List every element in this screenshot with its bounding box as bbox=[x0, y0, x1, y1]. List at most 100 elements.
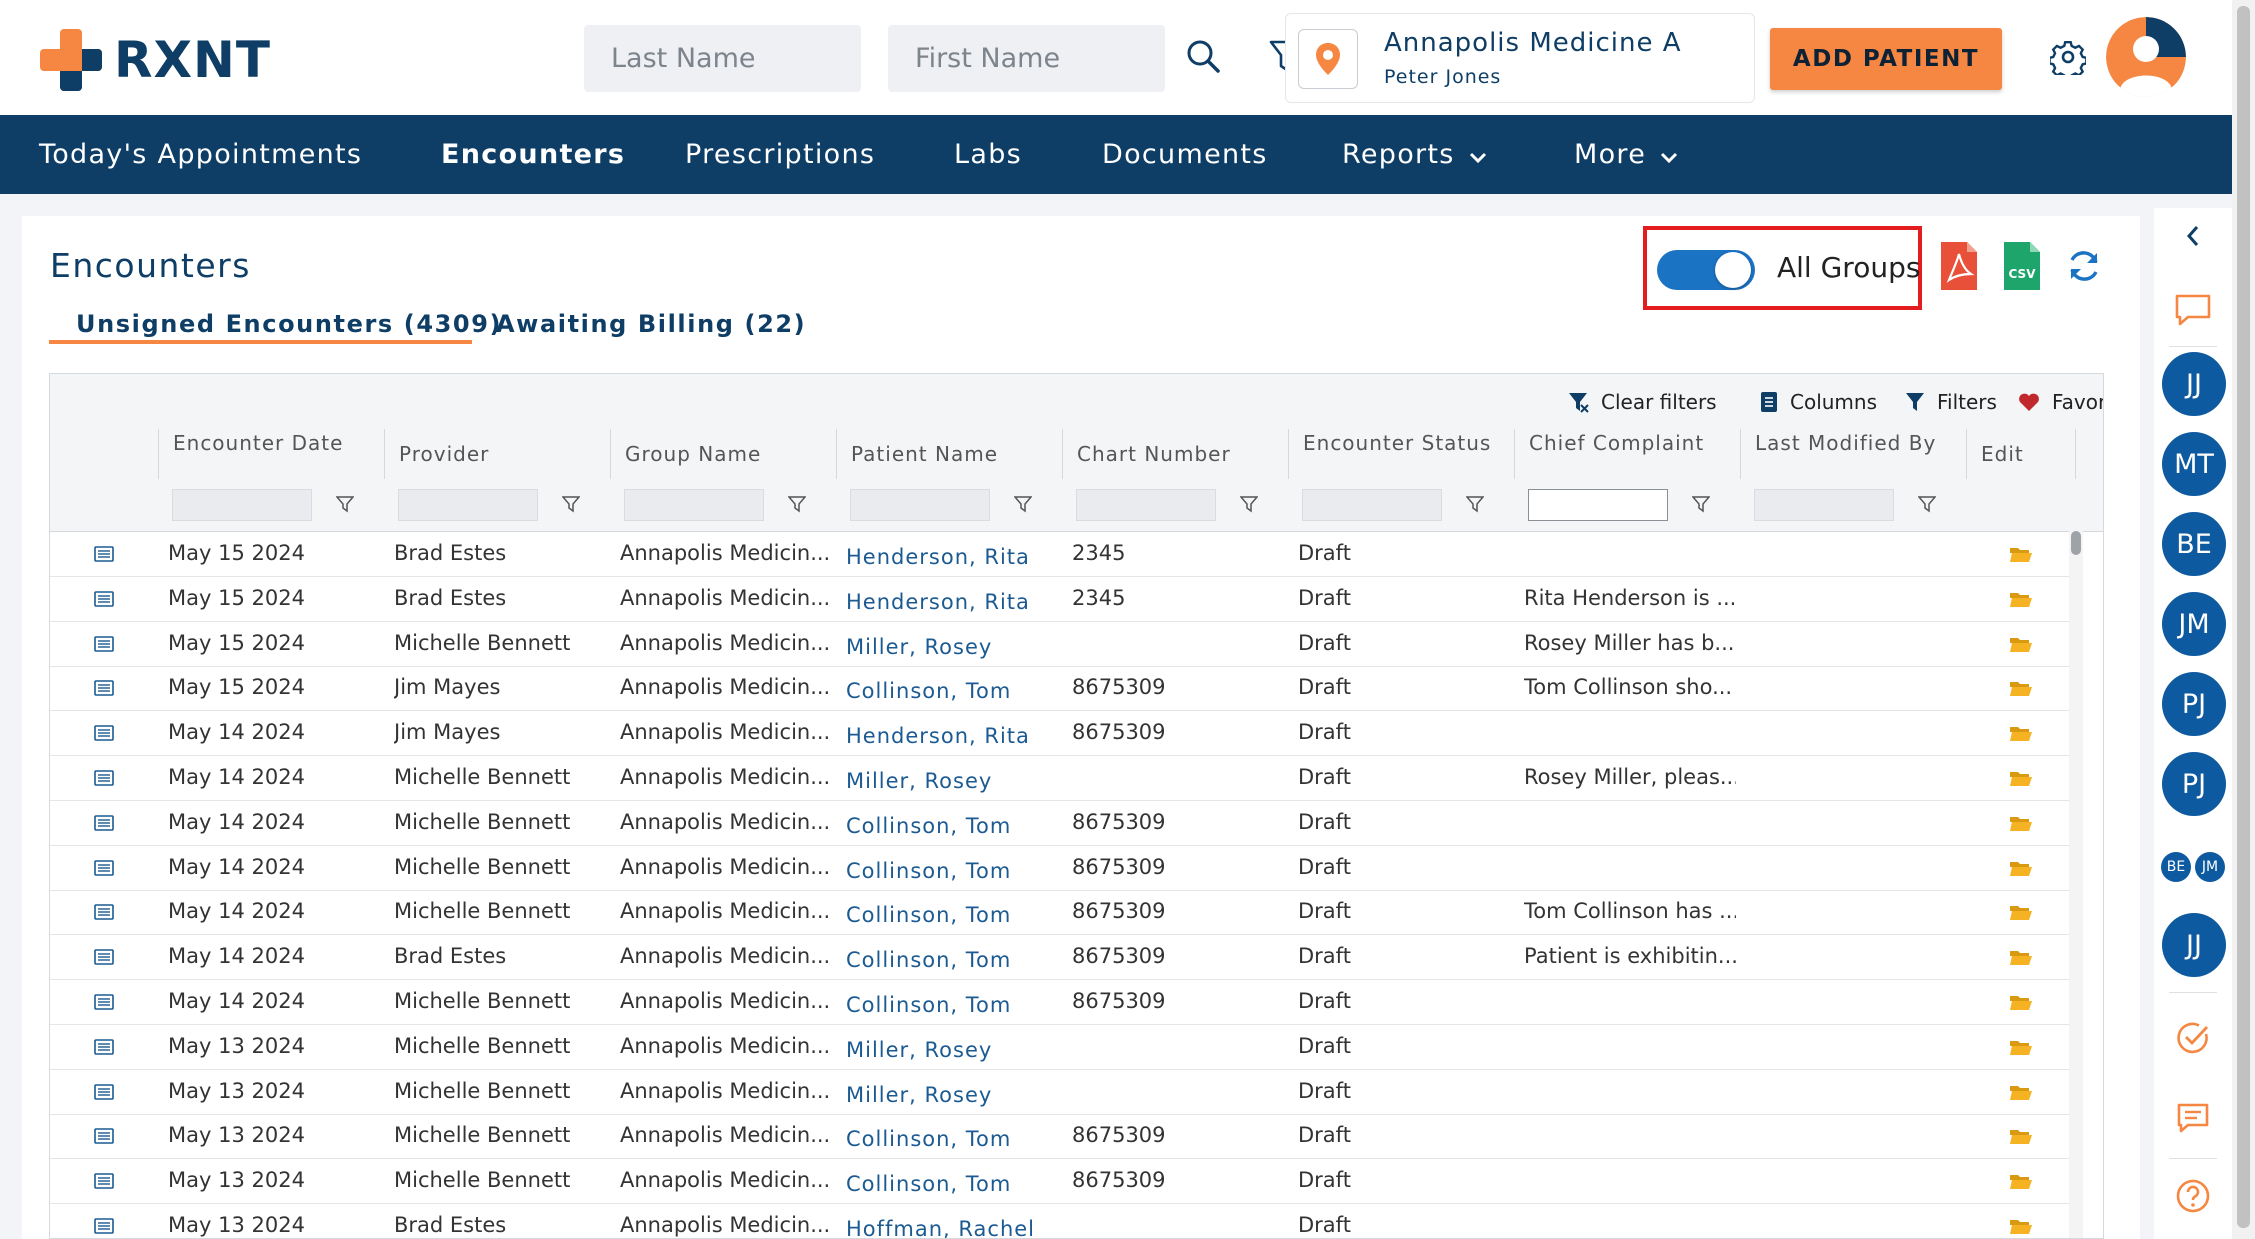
col-header-chief-complaint[interactable]: Chief Complaint bbox=[1514, 429, 1740, 479]
col-header-patient-name[interactable]: Patient Name bbox=[836, 429, 1062, 479]
last-name-input[interactable] bbox=[584, 25, 861, 92]
document-icon[interactable] bbox=[94, 1158, 114, 1203]
add-patient-button[interactable]: ADD PATIENT bbox=[1770, 28, 2002, 90]
filter-input-encounter-date[interactable] bbox=[172, 489, 312, 521]
cell-patient-name-link[interactable]: Collinson, Tom bbox=[846, 893, 1056, 938]
table-row[interactable]: May 14 2024 Michelle Bennett Annapolis Med… bbox=[50, 755, 2080, 801]
rail-avatar-mt[interactable]: MT bbox=[2162, 432, 2226, 496]
col-header-group-name[interactable]: Group Name bbox=[610, 429, 836, 479]
document-icon[interactable] bbox=[94, 531, 114, 576]
filter-icon[interactable] bbox=[1465, 495, 1485, 517]
filter-input-patient-name[interactable] bbox=[850, 489, 990, 521]
document-icon[interactable] bbox=[94, 889, 114, 934]
filter-icon[interactable] bbox=[787, 495, 807, 517]
document-icon[interactable] bbox=[94, 621, 114, 666]
folder-icon[interactable] bbox=[2009, 800, 2033, 845]
rail-avatar-pj-2[interactable]: PJ bbox=[2162, 752, 2226, 816]
col-header-encounter-date[interactable]: Encounter Date bbox=[158, 429, 384, 479]
rail-small-avatar-jm[interactable]: JM bbox=[2195, 852, 2225, 882]
document-icon[interactable] bbox=[94, 665, 114, 710]
filter-input-last-modified-by[interactable] bbox=[1754, 489, 1894, 521]
col-header-provider[interactable]: Provider bbox=[384, 429, 610, 479]
folder-icon[interactable] bbox=[2009, 621, 2033, 666]
document-icon[interactable] bbox=[94, 755, 114, 800]
tab-awaiting-billing[interactable]: Awaiting Billing (22) bbox=[496, 310, 806, 338]
folder-icon[interactable] bbox=[2009, 979, 2033, 1024]
cell-patient-name-link[interactable]: Hoffman, Rachel bbox=[846, 1207, 1056, 1238]
filter-icon[interactable] bbox=[335, 495, 355, 517]
columns-button[interactable]: Columns bbox=[1760, 374, 1877, 429]
filter-input-chart-number[interactable] bbox=[1076, 489, 1216, 521]
check-circle-icon[interactable] bbox=[2154, 1016, 2232, 1060]
cell-patient-name-link[interactable]: Collinson, Tom bbox=[846, 669, 1056, 714]
nav-more[interactable]: More bbox=[1574, 115, 1678, 194]
filter-icon[interactable] bbox=[561, 495, 581, 517]
cell-patient-name-link[interactable]: Collinson, Tom bbox=[846, 804, 1056, 849]
table-row[interactable]: May 14 2024 Michelle Bennett Annapolis Med… bbox=[50, 889, 2080, 935]
folder-icon[interactable] bbox=[2009, 1113, 2033, 1158]
rail-avatar-pj[interactable]: PJ bbox=[2162, 672, 2226, 736]
folder-icon[interactable] bbox=[2009, 889, 2033, 934]
table-row[interactable]: May 14 2024 Brad Estes Annapolis Medicin..… bbox=[50, 934, 2080, 980]
cell-patient-name-link[interactable]: Henderson, Rita bbox=[846, 580, 1056, 625]
tab-unsigned-encounters[interactable]: Unsigned Encounters (4309) bbox=[76, 310, 502, 338]
cell-patient-name-link[interactable]: Miller, Rosey bbox=[846, 1073, 1056, 1118]
cell-patient-name-link[interactable]: Henderson, Rita bbox=[846, 535, 1056, 580]
grid-scrollbar[interactable] bbox=[2069, 531, 2083, 1238]
document-icon[interactable] bbox=[94, 979, 114, 1024]
table-row[interactable]: May 13 2024 Michelle Bennett Annapolis Med… bbox=[50, 1024, 2080, 1070]
rail-small-avatar-be[interactable]: BE bbox=[2161, 852, 2191, 882]
document-icon[interactable] bbox=[94, 934, 114, 979]
filters-button[interactable]: Filters bbox=[1905, 374, 1997, 429]
cell-patient-name-link[interactable]: Collinson, Tom bbox=[846, 938, 1056, 983]
location-selector[interactable]: Annapolis Medicine A Peter Jones bbox=[1285, 13, 1755, 103]
filter-input-provider[interactable] bbox=[398, 489, 538, 521]
filter-input-group-name[interactable] bbox=[624, 489, 764, 521]
cell-patient-name-link[interactable]: Collinson, Tom bbox=[846, 983, 1056, 1028]
nav-prescriptions[interactable]: Prescriptions bbox=[685, 115, 875, 194]
filter-input-chief-complaint[interactable] bbox=[1528, 489, 1668, 521]
filter-icon[interactable] bbox=[1691, 495, 1711, 517]
document-icon[interactable] bbox=[94, 576, 114, 621]
page-scrollbar[interactable] bbox=[2232, 0, 2255, 1239]
table-row[interactable]: May 15 2024 Brad Estes Annapolis Medicin..… bbox=[50, 576, 2080, 622]
nav-documents[interactable]: Documents bbox=[1102, 115, 1268, 194]
table-row[interactable]: May 15 2024 Brad Estes Annapolis Medicin..… bbox=[50, 531, 2080, 577]
cell-patient-name-link[interactable]: Collinson, Tom bbox=[846, 849, 1056, 894]
table-row[interactable]: May 14 2024 Michelle Bennett Annapolis Med… bbox=[50, 979, 2080, 1025]
filter-icon[interactable] bbox=[1239, 495, 1259, 517]
table-row[interactable]: May 14 2024 Michelle Bennett Annapolis Med… bbox=[50, 800, 2080, 846]
col-header-chart-number[interactable]: Chart Number bbox=[1062, 429, 1288, 479]
document-icon[interactable] bbox=[94, 1024, 114, 1069]
filter-icon[interactable] bbox=[1013, 495, 1033, 517]
table-row[interactable]: May 14 2024 Jim Mayes Annapolis Medicin...… bbox=[50, 710, 2080, 756]
folder-icon[interactable] bbox=[2009, 755, 2033, 800]
folder-icon[interactable] bbox=[2009, 665, 2033, 710]
folder-icon[interactable] bbox=[2009, 1024, 2033, 1069]
folder-icon[interactable] bbox=[2009, 845, 2033, 890]
folder-icon[interactable] bbox=[2009, 1069, 2033, 1114]
rail-avatar-jm[interactable]: JM bbox=[2162, 592, 2226, 656]
table-row[interactable]: May 13 2024 Michelle Bennett Annapolis Med… bbox=[50, 1158, 2080, 1204]
table-row[interactable]: May 15 2024 Michelle Bennett Annapolis Med… bbox=[50, 621, 2080, 667]
cell-patient-name-link[interactable]: Henderson, Rita bbox=[846, 714, 1056, 759]
col-header-last-modified-by[interactable]: Last Modified By bbox=[1740, 429, 1966, 479]
folder-icon[interactable] bbox=[2009, 934, 2033, 979]
grid-scrollbar-thumb[interactable] bbox=[2071, 531, 2081, 555]
table-row[interactable]: May 13 2024 Brad Estes Annapolis Medicin..… bbox=[50, 1203, 2080, 1238]
nav-labs[interactable]: Labs bbox=[954, 115, 1022, 194]
chat-icon[interactable] bbox=[2154, 288, 2232, 332]
filter-icon[interactable] bbox=[1917, 495, 1937, 517]
document-icon[interactable] bbox=[94, 800, 114, 845]
folder-icon[interactable] bbox=[2009, 576, 2033, 621]
clear-filters-button[interactable]: Clear filters bbox=[1567, 374, 1717, 429]
folder-icon[interactable] bbox=[2009, 1203, 2033, 1238]
filter-input-encounter-status[interactable] bbox=[1302, 489, 1442, 521]
chevron-left-icon[interactable] bbox=[2154, 216, 2232, 256]
refresh-icon[interactable] bbox=[2064, 246, 2104, 286]
first-name-input[interactable] bbox=[888, 25, 1165, 92]
user-avatar[interactable] bbox=[2106, 17, 2186, 97]
table-row[interactable]: May 13 2024 Michelle Bennett Annapolis Med… bbox=[50, 1069, 2080, 1115]
folder-icon[interactable] bbox=[2009, 531, 2033, 576]
cell-patient-name-link[interactable]: Miller, Rosey bbox=[846, 1028, 1056, 1073]
